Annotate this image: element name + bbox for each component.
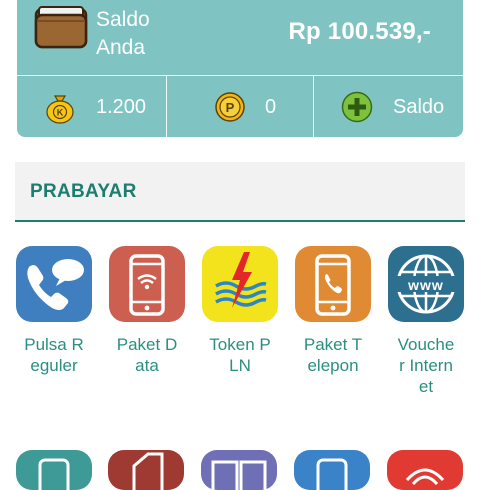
service-pulsa-reguler[interactable]: Pulsa Reguler [15, 246, 93, 376]
svg-text:www: www [407, 277, 444, 293]
service-label: Voucher Internet [397, 335, 455, 396]
add-circle-icon [341, 91, 373, 123]
balance-summary[interactable]: Saldo Anda Rp 100.539,- [17, 0, 463, 75]
wallet-icon [34, 6, 88, 49]
www-globe-icon: www [388, 246, 464, 322]
svg-text:P: P [226, 100, 235, 115]
saldo-label: Saldo Anda [96, 8, 150, 59]
service-tile-partial[interactable] [108, 450, 184, 490]
service-label: Paket Telepon [303, 335, 363, 375]
coins-value: 0 [265, 96, 277, 118]
service-paket-telepon[interactable]: Paket Telepon [294, 246, 372, 376]
coin-p-icon: P [215, 92, 245, 122]
service-tile-partial[interactable] [201, 450, 277, 490]
pln-lightning-icon [202, 246, 278, 322]
service-label: Paket Data [116, 335, 178, 375]
coins-cell[interactable]: P 0 [167, 76, 313, 137]
section-header: PRABAYAR [15, 162, 465, 222]
service-label: Token PLN [209, 335, 271, 375]
section-title: PRABAYAR [30, 181, 137, 202]
smartphone-call-icon [295, 246, 371, 322]
balance-card: Saldo Anda Rp 100.539,- K 1.200 P 0 Sald… [17, 0, 463, 137]
service-tile-partial[interactable] [16, 450, 92, 490]
topup-cell[interactable]: Saldo [314, 76, 463, 137]
smartphone-wifi-icon [109, 246, 185, 322]
service-token-pln[interactable]: Token PLN [201, 246, 279, 376]
phone-chat-icon [16, 246, 92, 322]
service-voucher-internet[interactable]: www Voucher Internet [387, 246, 465, 397]
topup-label: Saldo [393, 96, 445, 118]
service-label: Pulsa Reguler [24, 335, 84, 375]
service-tile-partial[interactable] [387, 450, 463, 490]
service-paket-data[interactable]: Paket Data [108, 246, 186, 376]
points-cell[interactable]: K 1.200 [17, 76, 166, 137]
service-tile-partial[interactable] [294, 450, 370, 490]
svg-text:K: K [57, 108, 64, 118]
money-bag-icon: K [46, 95, 74, 124]
points-value: 1.200 [96, 96, 147, 118]
saldo-amount: Rp 100.539,- [288, 18, 431, 45]
